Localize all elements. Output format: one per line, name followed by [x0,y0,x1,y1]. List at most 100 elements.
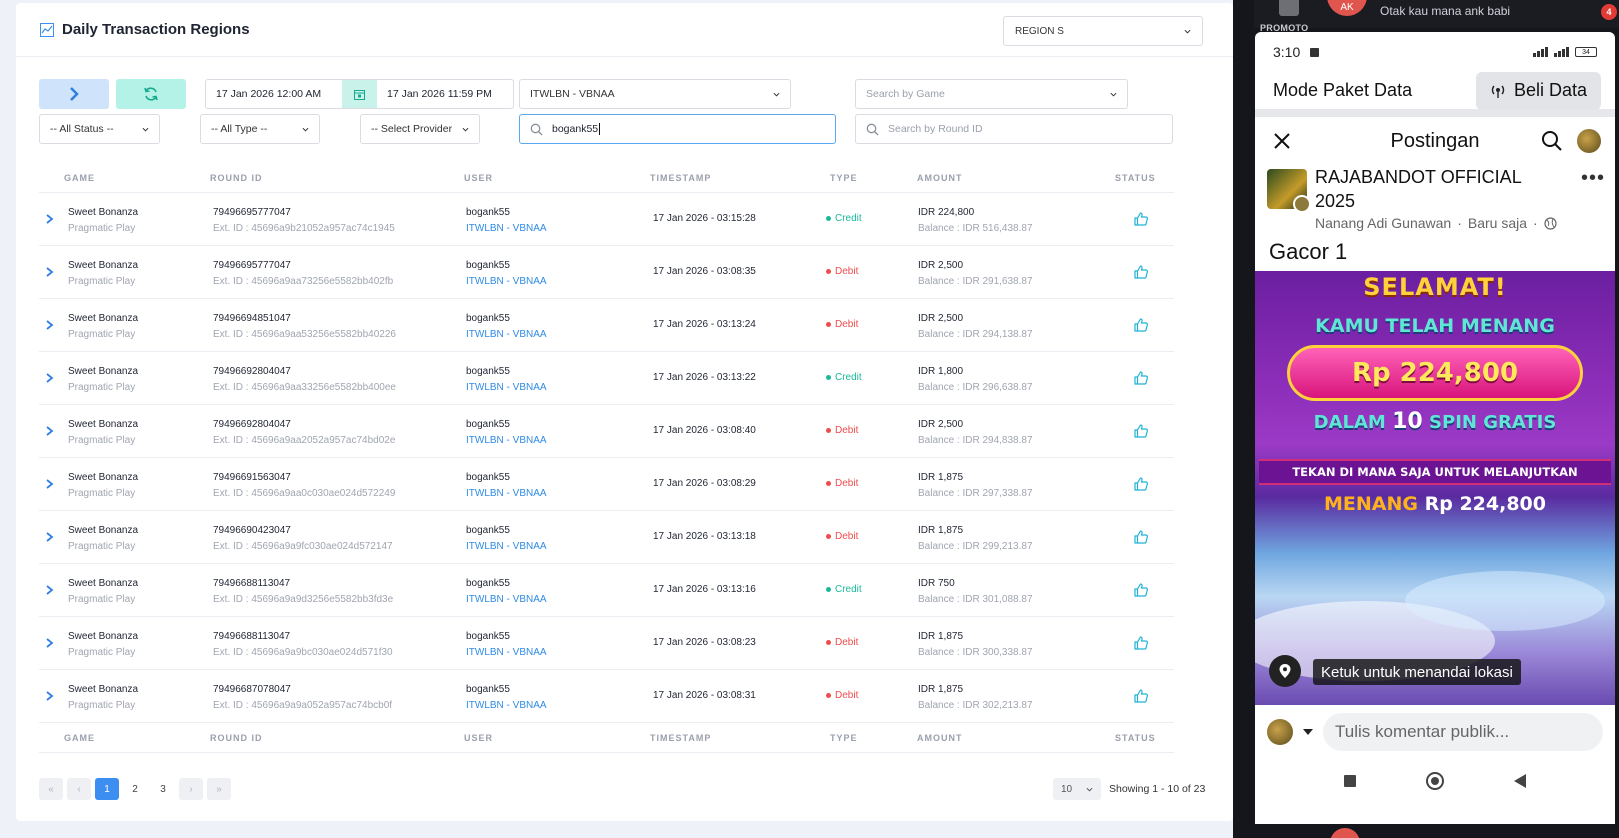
round-id[interactable]: 79496687078047 [213,682,392,698]
next-page-button[interactable]: › [179,778,203,800]
date-from-field[interactable]: 17 Jan 2026 12:00 AM [206,80,342,108]
round-id[interactable]: 79496691563047 [213,470,395,486]
thumbs-up-icon[interactable] [1133,688,1149,704]
thumbs-up-icon[interactable] [1133,476,1149,492]
round-id[interactable]: 79496695777047 [213,205,395,221]
header-status[interactable]: STATUS [1115,173,1156,183]
table-row[interactable]: Sweet Bonanza Pragmatic Play 79496688113… [39,564,1174,617]
table-row[interactable]: Sweet Bonanza Pragmatic Play 79496695777… [39,193,1174,246]
expand-chevron-icon[interactable] [45,425,54,437]
expand-chevron-icon[interactable] [45,266,54,278]
table-row[interactable]: Sweet Bonanza Pragmatic Play 79496694851… [39,299,1174,352]
round-id[interactable]: 79496688113047 [213,576,393,592]
expand-chevron-icon[interactable] [45,690,54,702]
thumbs-up-icon[interactable] [1133,635,1149,651]
agent-link[interactable]: ITWLBN - VBNAA [466,645,547,661]
thumbs-up-icon[interactable] [1133,423,1149,439]
date-to-field[interactable]: 17 Jan 2026 11:59 PM [377,80,513,108]
header-round-id[interactable]: ROUND ID [210,173,263,183]
expand-chevron-icon[interactable] [45,637,54,649]
table-row[interactable]: Sweet Bonanza Pragmatic Play 79496688113… [39,617,1174,670]
header-timestamp[interactable]: TIMESTAMP [650,173,711,183]
per-page-select[interactable]: 10 [1053,778,1101,800]
post-header: Postingan [1255,117,1615,165]
notification-text[interactable]: Otak kau mana ank babi [1380,4,1510,18]
header-game[interactable]: GAME [64,173,95,183]
comment-input[interactable]: Tulis komentar publik... [1323,713,1603,751]
agent-link[interactable]: ITWLBN - VBNAA [466,380,547,396]
expand-chevron-icon[interactable] [45,584,54,596]
agent-link[interactable]: ITWLBN - VBNAA [466,221,547,237]
recent-apps-icon[interactable] [1344,775,1356,787]
thumbs-up-icon[interactable] [1133,370,1149,386]
profile-avatar[interactable] [1577,129,1601,153]
table-row[interactable]: Sweet Bonanza Pragmatic Play 79496687078… [39,670,1174,723]
agent-link[interactable]: ITWLBN - VBNAA [466,486,547,502]
commenter-avatar[interactable] [1267,719,1293,745]
round-id[interactable]: 79496690423047 [213,523,393,539]
user-search-input[interactable]: bogank55 [519,114,836,144]
header-amount[interactable]: AMOUNT [917,173,963,183]
back-icon[interactable] [1514,774,1526,788]
expand-chevron-icon[interactable] [45,531,54,543]
post-image[interactable]: SELAMAT! KAMU TELAH MENANG Rp 224,800 DA… [1255,271,1615,705]
table-row[interactable]: Sweet Bonanza Pragmatic Play 79496690423… [39,511,1174,564]
header-type[interactable]: TYPE [830,173,858,183]
game-select[interactable]: Search by Game [855,79,1128,109]
caret-down-icon[interactable] [1303,728,1313,736]
type-select[interactable]: -- All Type -- [200,114,320,144]
page-button-3[interactable]: 3 [151,778,175,800]
page-name[interactable]: RAJABANDOT OFFICIAL 2025 [1315,165,1555,213]
status-select[interactable]: -- All Status -- [39,114,160,144]
beli-data-button[interactable]: Beli Data [1475,71,1601,110]
agent-link[interactable]: ITWLBN - VBNAA [466,433,547,449]
agent-select[interactable]: ITWLBN - VBNAA [519,79,791,109]
first-page-button[interactable]: « [39,778,63,800]
expand-chevron-icon[interactable] [45,319,54,331]
last-page-button[interactable]: » [207,778,231,800]
agent-link[interactable]: ITWLBN - VBNAA [466,592,547,608]
search-icon[interactable] [1541,130,1563,152]
thumbs-up-icon[interactable] [1133,317,1149,333]
author-name[interactable]: Nanang Adi Gunawan [1315,215,1451,231]
agent-link[interactable]: ITWLBN - VBNAA [466,274,547,290]
more-options-icon[interactable]: ••• [1581,167,1605,190]
calendar-icon[interactable] [342,80,377,108]
page-button-1[interactable]: 1 [95,778,119,800]
facebook-icon [1310,47,1320,57]
agent-link[interactable]: ITWLBN - VBNAA [466,698,547,714]
chevron-down-icon [1086,787,1093,792]
round-id[interactable]: 79496688113047 [213,629,393,645]
round-id-search-input[interactable]: Search by Round ID [855,114,1173,144]
location-pin-icon[interactable] [1269,655,1301,687]
page-avatar[interactable] [1267,169,1311,213]
expand-chevron-icon[interactable] [45,372,54,384]
round-id[interactable]: 79496692804047 [213,364,396,380]
expand-chevron-icon[interactable] [45,478,54,490]
thumbs-up-icon[interactable] [1133,211,1149,227]
refresh-button[interactable] [116,79,186,109]
expand-chevron-icon[interactable] [45,213,54,225]
amount-cell: IDR 2,500 Balance : IDR 291,638.87 [918,258,1033,290]
round-id[interactable]: 79496694851047 [213,311,396,327]
home-icon[interactable] [1426,772,1444,790]
table-row[interactable]: Sweet Bonanza Pragmatic Play 79496695777… [39,246,1174,299]
next-day-button[interactable] [39,79,109,109]
agent-link[interactable]: ITWLBN - VBNAA [466,327,547,343]
provider-select[interactable]: -- Select Provider [360,114,480,144]
close-icon[interactable] [1273,132,1291,150]
page-button-2[interactable]: 2 [123,778,147,800]
thumbs-up-icon[interactable] [1133,529,1149,545]
table-row[interactable]: Sweet Bonanza Pragmatic Play 79496692804… [39,405,1174,458]
round-id[interactable]: 79496692804047 [213,417,395,433]
header-user[interactable]: USER [464,173,493,183]
table-row[interactable]: Sweet Bonanza Pragmatic Play 79496691563… [39,458,1174,511]
prev-page-button[interactable]: ‹ [67,778,91,800]
agent-link[interactable]: ITWLBN - VBNAA [466,539,547,555]
thumbs-up-icon[interactable] [1133,582,1149,598]
thumbs-up-icon[interactable] [1133,264,1149,280]
date-range-picker[interactable]: 17 Jan 2026 12:00 AM 17 Jan 2026 11:59 P… [205,79,514,109]
table-row[interactable]: Sweet Bonanza Pragmatic Play 79496692804… [39,352,1174,405]
round-id[interactable]: 79496695777047 [213,258,393,274]
region-select[interactable]: REGION S [1003,16,1203,46]
